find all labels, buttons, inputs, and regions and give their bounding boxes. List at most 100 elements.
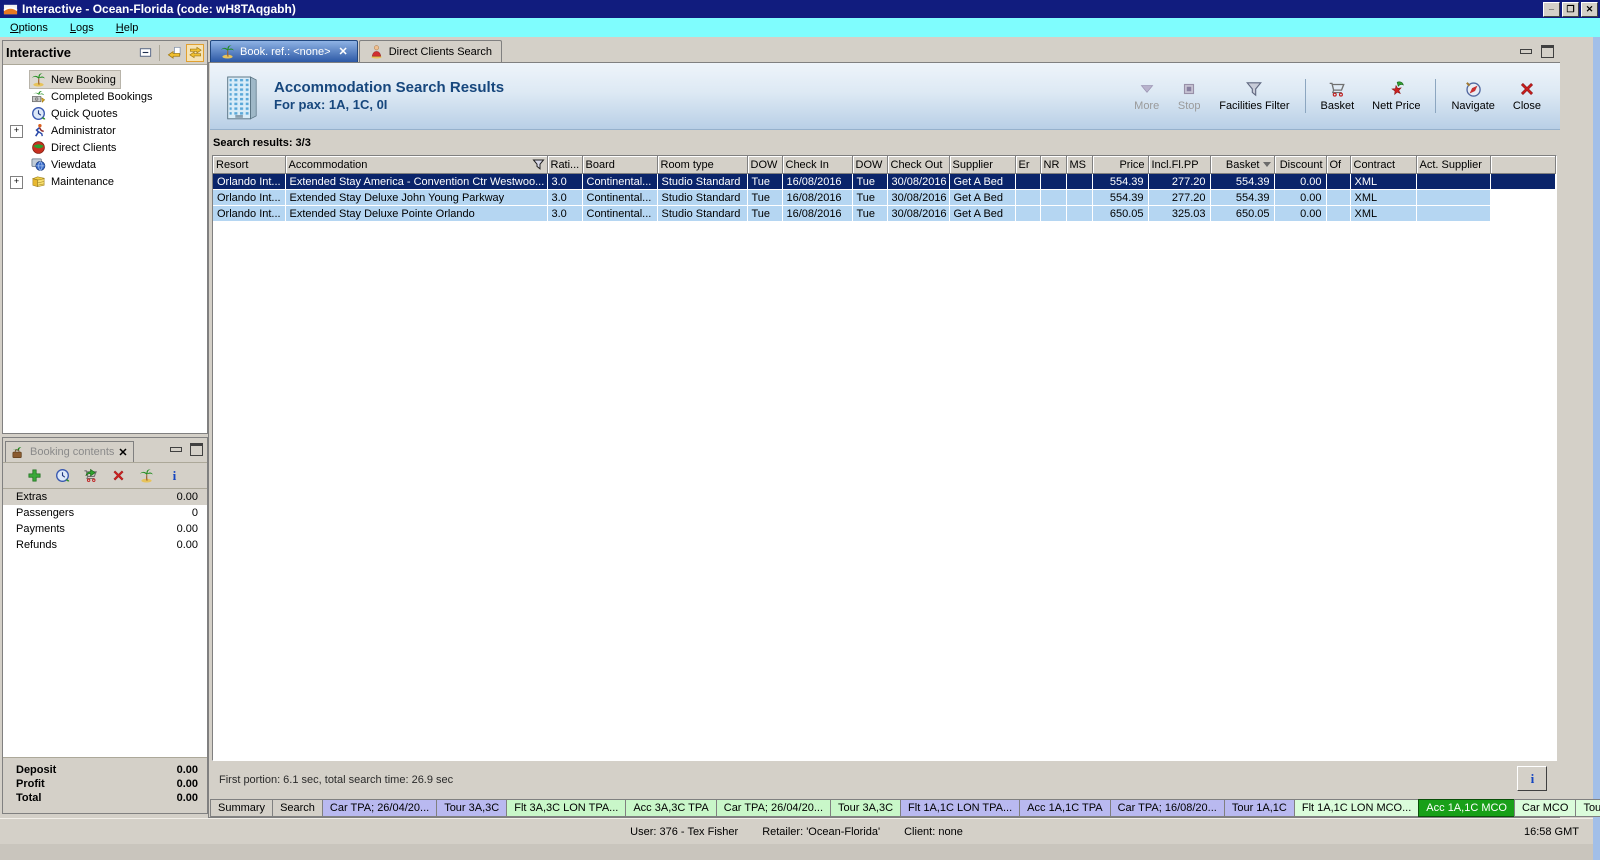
- basket-button[interactable]: Basket: [1314, 77, 1362, 115]
- col-room-type[interactable]: Room type: [657, 156, 748, 174]
- col-check-out[interactable]: Check Out: [887, 156, 950, 174]
- sidebar-item-quick-quotes[interactable]: Quick Quotes: [3, 105, 207, 122]
- menu-help[interactable]: Help: [116, 22, 139, 34]
- col-board[interactable]: Board: [582, 156, 658, 174]
- menu-logs[interactable]: Logs: [70, 22, 94, 34]
- bottom-tab[interactable]: Acc 1A,1C TPA: [1019, 799, 1111, 817]
- bottom-tab[interactable]: Tour 1A,1C: [1223, 799, 1295, 817]
- stop-button[interactable]: Stop: [1170, 77, 1208, 115]
- col-resort[interactable]: Resort: [213, 156, 286, 174]
- tab-booking-ref[interactable]: Book. ref.: <none>: [210, 40, 358, 62]
- more-icon: [1138, 80, 1156, 98]
- close-button[interactable]: [1581, 1, 1598, 17]
- bottom-tab[interactable]: Flt 1A,1C LON MCO...: [1293, 799, 1420, 817]
- search-timing-status: First portion: 6.1 sec, total search tim…: [219, 774, 454, 786]
- list-item[interactable]: Passengers 0: [3, 505, 207, 521]
- expand-icon[interactable]: [10, 176, 23, 189]
- bottom-tab[interactable]: Flt 1A,1C LON TPA...: [900, 799, 1021, 817]
- restore-button[interactable]: [1562, 1, 1579, 17]
- col-act-supplier[interactable]: Act. Supplier: [1416, 156, 1491, 174]
- toolbar-separator: [1435, 79, 1437, 113]
- cell: [1416, 173, 1491, 190]
- more-button[interactable]: More: [1127, 77, 1166, 115]
- table-row[interactable]: Orlando Int... Extended Stay Deluxe Poin…: [213, 205, 1556, 222]
- minimize-icon[interactable]: [170, 447, 182, 452]
- bottom-tab[interactable]: Car TPA; 16/08/20...: [1109, 799, 1225, 817]
- bottom-tab[interactable]: Car TPA; 26/04/20...: [715, 799, 832, 817]
- bottom-tab-search[interactable]: Search: [272, 799, 323, 817]
- move-to-basket-button[interactable]: [83, 467, 100, 484]
- workspace-minimize-icon[interactable]: [1520, 49, 1532, 54]
- col-rating[interactable]: Rati...: [547, 156, 583, 174]
- col-er[interactable]: Er: [1015, 156, 1041, 174]
- sidebar-item-new-booking[interactable]: New Booking: [3, 70, 207, 89]
- dock-left-button[interactable]: [165, 44, 183, 62]
- minimize-button[interactable]: [1543, 1, 1560, 17]
- facilities-filter-button[interactable]: Facilities Filter: [1212, 77, 1296, 115]
- col-supplier[interactable]: Supplier: [949, 156, 1016, 174]
- tab-direct-clients-search[interactable]: Direct Clients Search: [358, 40, 503, 62]
- delete-button[interactable]: [111, 467, 128, 484]
- bottom-tab[interactable]: Flt 3A,3C LON TPA...: [506, 799, 627, 817]
- collapse-all-button[interactable]: [136, 44, 154, 62]
- col-accommodation[interactable]: Accommodation: [285, 156, 548, 174]
- bottom-tab[interactable]: Acc 3A,3C TPA: [625, 799, 717, 817]
- col-price[interactable]: Price: [1092, 156, 1149, 174]
- col-of[interactable]: Of: [1326, 156, 1351, 174]
- close-icon[interactable]: [118, 446, 127, 459]
- status-bar: User: 376 - Tex Fisher Retailer: 'Ocean-…: [0, 818, 1593, 844]
- close-results-button[interactable]: Close: [1506, 77, 1548, 115]
- list-item[interactable]: Refunds 0.00: [3, 537, 207, 553]
- new-booking-button[interactable]: [139, 467, 156, 484]
- col-discount[interactable]: Discount: [1274, 156, 1327, 174]
- tab-booking-contents[interactable]: Booking contents: [5, 441, 134, 462]
- info-button[interactable]: [1517, 766, 1547, 791]
- table-row[interactable]: Orlando Int... Extended Stay Deluxe John…: [213, 189, 1556, 206]
- sidebar-item-completed-bookings[interactable]: Completed Bookings: [3, 88, 207, 105]
- cell: [1066, 205, 1093, 222]
- col-dow-out[interactable]: DOW: [852, 156, 888, 174]
- close-icon[interactable]: [339, 45, 348, 58]
- sidebar-item-maintenance[interactable]: Maintenance: [3, 173, 207, 190]
- add-button[interactable]: [27, 467, 44, 484]
- swap-panels-button[interactable]: [186, 43, 204, 62]
- button-label: More: [1134, 100, 1160, 112]
- nett-price-icon: [1387, 80, 1405, 98]
- table-row[interactable]: Orlando Int... Extended Stay America - C…: [213, 173, 1556, 190]
- info-button[interactable]: [167, 467, 184, 484]
- bottom-tab-summary[interactable]: Summary: [210, 799, 274, 817]
- col-basket[interactable]: Basket: [1210, 156, 1275, 174]
- col-incl-fl-pp[interactable]: Incl.Fl.PP: [1148, 156, 1211, 174]
- cell: Continental...: [582, 189, 658, 206]
- total-row: Total 0.00: [16, 791, 198, 805]
- toolbar-separator: [1304, 79, 1306, 113]
- col-contract[interactable]: Contract: [1350, 156, 1417, 174]
- sidebar-item-administrator[interactable]: Administrator: [3, 122, 207, 139]
- expand-icon[interactable]: [10, 125, 23, 138]
- bottom-tab[interactable]: Tour 1A,1C: [1575, 799, 1600, 817]
- nett-price-button[interactable]: Nett Price: [1365, 77, 1427, 115]
- col-check-in[interactable]: Check In: [782, 156, 853, 174]
- cell: [1066, 189, 1093, 206]
- sidebar-item-direct-clients[interactable]: Direct Clients: [3, 139, 207, 156]
- window-bottom-border: [0, 843, 1593, 860]
- bottom-tab[interactable]: Car MCO: [1513, 799, 1577, 817]
- list-item[interactable]: Extras 0.00: [3, 489, 207, 505]
- bottom-tab[interactable]: Car TPA; 26/04/20...: [321, 799, 438, 817]
- workspace-maximize-icon[interactable]: [1541, 45, 1554, 58]
- maximize-icon[interactable]: [190, 443, 203, 456]
- col-ms[interactable]: MS: [1066, 156, 1093, 174]
- status-retailer: Retailer: 'Ocean-Florida': [762, 825, 881, 838]
- cell: Get A Bed: [949, 205, 1016, 222]
- col-nr[interactable]: NR: [1040, 156, 1067, 174]
- quote-button[interactable]: [55, 467, 72, 484]
- navigate-button[interactable]: Navigate: [1444, 77, 1501, 115]
- list-item[interactable]: Payments 0.00: [3, 521, 207, 537]
- bottom-tab[interactable]: Tour 3A,3C: [436, 799, 508, 817]
- sidebar-item-viewdata[interactable]: Viewdata: [3, 156, 207, 173]
- bottom-tab-active[interactable]: Acc 1A,1C MCO: [1418, 799, 1515, 817]
- menu-options[interactable]: Options: [10, 22, 48, 34]
- filter-icon[interactable]: [532, 158, 545, 171]
- col-dow-in[interactable]: DOW: [747, 156, 783, 174]
- bottom-tab[interactable]: Tour 3A,3C: [830, 799, 902, 817]
